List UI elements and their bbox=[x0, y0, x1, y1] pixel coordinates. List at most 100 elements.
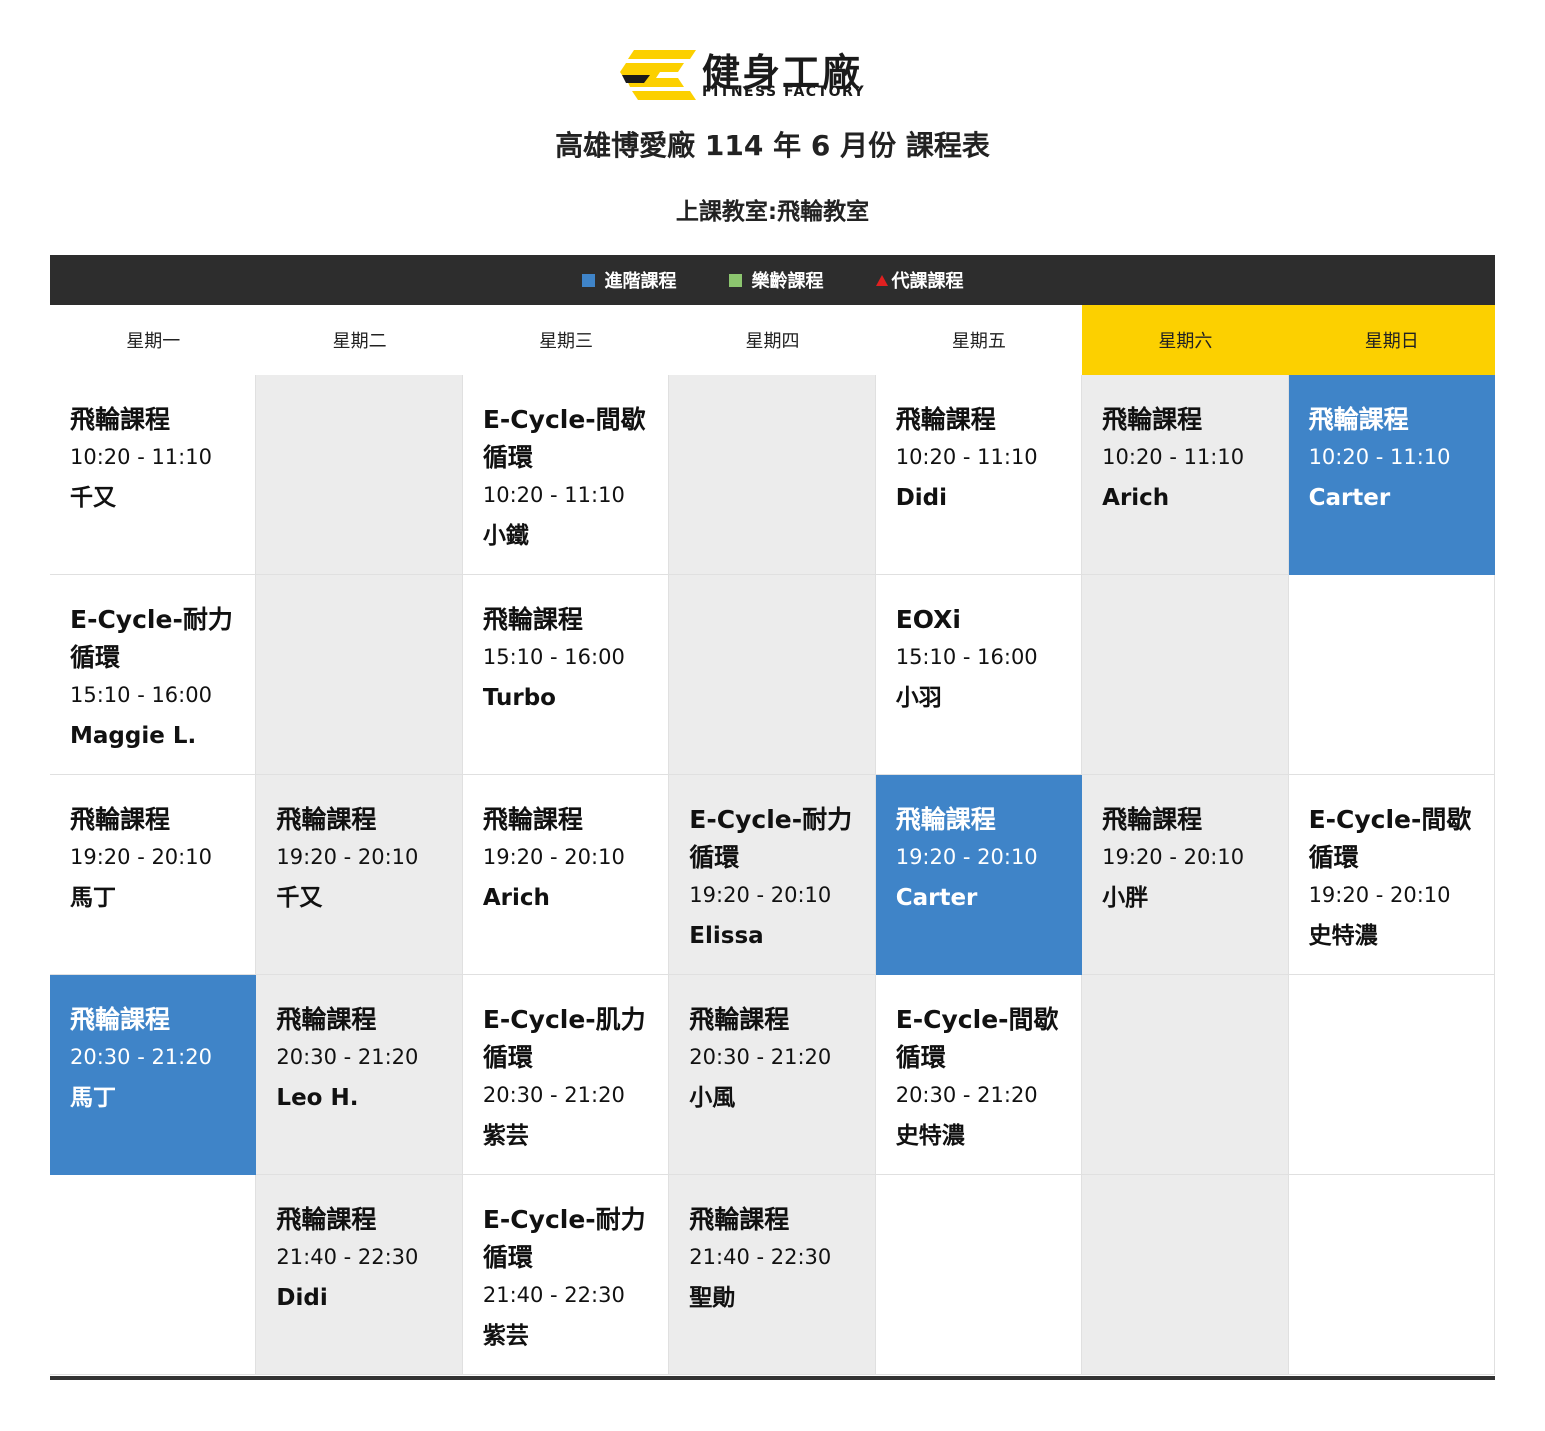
class-cell: 飛輪課程 19:20 - 20:10 Carter bbox=[875, 775, 1083, 975]
class-cell: 飛輪課程 10:20 - 11:10 Arich bbox=[1082, 375, 1289, 575]
class-cell: 飛輪課程 15:10 - 16:00 Turbo bbox=[462, 575, 670, 775]
schedule-grid: 星期一 星期二 星期三 星期四 星期五 星期六 星期日 飛輪課程 10:20 - 11:10 千又… bbox=[50, 305, 1495, 1375]
brand-name-en: FITNESS FACTORY bbox=[702, 84, 866, 100]
legend-senior: 樂齡課程 bbox=[728, 267, 824, 293]
legend-substitute: 代課課程 bbox=[875, 267, 964, 293]
class-name: E-Cycle-耐力循環 bbox=[70, 605, 233, 672]
class-name: 飛輪課程 bbox=[276, 1005, 377, 1034]
class-name: 飛輪課程 bbox=[482, 605, 583, 634]
class-name: 飛輪課程 bbox=[276, 805, 377, 834]
class-coach: Carter bbox=[1308, 485, 1391, 511]
class-time: 21:40 - 22:30 bbox=[482, 1283, 625, 1307]
class-cell: E-Cycle-間歇循環 19:20 - 20:10 史特濃 bbox=[1288, 775, 1495, 975]
legend-label: 進階課程 bbox=[604, 271, 677, 292]
class-name: E-Cycle-耐力循環 bbox=[689, 805, 853, 872]
empty-cell bbox=[1288, 1175, 1495, 1375]
class-name: 飛輪課程 bbox=[276, 1205, 377, 1234]
day-header: 星期四 bbox=[669, 305, 876, 375]
class-name: 飛輪課程 bbox=[482, 805, 583, 834]
class-coach: 千又 bbox=[70, 485, 116, 511]
class-time: 19:20 - 20:10 bbox=[689, 883, 832, 907]
class-coach: 小風 bbox=[689, 1085, 736, 1111]
class-coach: Turbo bbox=[482, 685, 556, 711]
legend-label: 代課課程 bbox=[891, 271, 964, 292]
class-coach: 馬丁 bbox=[70, 1085, 116, 1111]
class-time: 21:40 - 22:30 bbox=[689, 1245, 832, 1269]
legend-advanced: 進階課程 bbox=[581, 267, 677, 293]
class-cell: E-Cycle-耐力循環 21:40 - 22:30 紫芸 bbox=[462, 1175, 670, 1375]
class-coach: Didi bbox=[276, 1285, 328, 1311]
class-cell: E-Cycle-肌力循環 20:30 - 21:20 紫芸 bbox=[462, 975, 670, 1175]
class-coach: 小胖 bbox=[1102, 885, 1149, 911]
class-name: 飛輪課程 bbox=[70, 805, 171, 834]
day-header: 星期六 bbox=[1082, 305, 1289, 375]
class-name: 飛輪課程 bbox=[1102, 805, 1203, 834]
class-cell: E-Cycle-間歇循環 20:30 - 21:20 史特濃 bbox=[875, 975, 1083, 1175]
class-coach: Maggie L. bbox=[70, 723, 197, 749]
class-name: E-Cycle-間歇循環 bbox=[1308, 805, 1472, 872]
brand-logo: 健身工廠 FITNESS FACTORY bbox=[620, 48, 930, 104]
class-time: 19:20 - 20:10 bbox=[70, 845, 212, 869]
class-time: 15:10 - 16:00 bbox=[70, 683, 212, 707]
fitness-factory-logo-icon bbox=[620, 50, 696, 100]
class-cell: 飛輪課程 10:20 - 11:10 千又 bbox=[50, 375, 257, 575]
class-coach: 馬丁 bbox=[70, 885, 116, 911]
class-coach: Carter bbox=[895, 885, 978, 911]
class-cell: E-Cycle-耐力循環 19:20 - 20:10 Elissa bbox=[669, 775, 876, 975]
class-coach: 史特濃 bbox=[895, 1123, 965, 1149]
class-coach: Didi bbox=[895, 485, 948, 511]
class-time: 21:40 - 22:30 bbox=[276, 1245, 419, 1269]
class-cell: 飛輪課程 10:20 - 11:10 Carter bbox=[1288, 375, 1495, 575]
day-header: 星期三 bbox=[462, 305, 670, 375]
class-time: 20:30 - 21:20 bbox=[276, 1045, 419, 1069]
classroom-subtitle: 上課教室:飛輪教室 bbox=[675, 199, 870, 225]
class-time: 20:30 - 21:20 bbox=[482, 1083, 625, 1107]
class-time: 19:20 - 20:10 bbox=[276, 845, 419, 869]
class-time: 10:20 - 11:10 bbox=[895, 445, 1038, 469]
blue-square-icon bbox=[581, 273, 595, 287]
class-coach: 小羽 bbox=[895, 685, 942, 711]
empty-cell bbox=[1082, 975, 1289, 1175]
class-cell: 飛輪課程 20:30 - 21:20 馬丁 bbox=[50, 975, 257, 1175]
class-name: 飛輪課程 bbox=[689, 1205, 790, 1234]
empty-cell bbox=[50, 1175, 257, 1375]
class-time: 20:30 - 21:20 bbox=[70, 1045, 212, 1069]
legend-label: 樂齡課程 bbox=[751, 271, 824, 292]
green-square-icon bbox=[728, 273, 742, 287]
class-cell: EOXi 15:10 - 16:00 小羽 bbox=[875, 575, 1083, 775]
class-coach: 紫芸 bbox=[482, 1123, 529, 1149]
class-name: 飛輪課程 bbox=[895, 405, 996, 434]
class-cell: 飛輪課程 21:40 - 22:30 聖勛 bbox=[669, 1175, 876, 1375]
empty-cell bbox=[875, 1175, 1083, 1375]
class-name: EOXi bbox=[895, 605, 961, 634]
class-time: 15:10 - 16:00 bbox=[895, 645, 1038, 669]
empty-cell bbox=[1288, 575, 1495, 775]
class-coach: 紫芸 bbox=[482, 1323, 529, 1349]
legend-bar: 進階課程 樂齡課程 代課課程 bbox=[50, 255, 1495, 305]
class-time: 15:10 - 16:00 bbox=[482, 645, 625, 669]
day-header: 星期五 bbox=[875, 305, 1083, 375]
empty-cell bbox=[669, 575, 876, 775]
class-name: E-Cycle-間歇循環 bbox=[895, 1005, 1059, 1072]
empty-cell bbox=[256, 375, 463, 575]
class-cell: 飛輪課程 20:30 - 21:20 小風 bbox=[669, 975, 876, 1175]
class-name: E-Cycle-耐力循環 bbox=[482, 1205, 646, 1272]
class-coach: Elissa bbox=[689, 923, 764, 949]
class-time: 20:30 - 21:20 bbox=[689, 1045, 832, 1069]
red-triangle-icon bbox=[875, 274, 888, 286]
class-time: 10:20 - 11:10 bbox=[70, 445, 212, 469]
class-name: 飛輪課程 bbox=[689, 1005, 790, 1034]
day-header: 星期二 bbox=[256, 305, 463, 375]
class-time: 19:20 - 20:10 bbox=[1308, 883, 1451, 907]
class-name: 飛輪課程 bbox=[70, 405, 171, 434]
class-coach: 千又 bbox=[276, 885, 323, 911]
class-time: 10:20 - 11:10 bbox=[1308, 445, 1451, 469]
class-name: 飛輪課程 bbox=[895, 805, 996, 834]
class-cell: E-Cycle-間歇循環 10:20 - 11:10 小鐵 bbox=[462, 375, 670, 575]
class-coach: 小鐵 bbox=[482, 523, 529, 549]
class-time: 20:30 - 21:20 bbox=[895, 1083, 1038, 1107]
empty-cell bbox=[1288, 975, 1495, 1175]
class-coach: 史特濃 bbox=[1308, 923, 1378, 949]
class-time: 19:20 - 20:10 bbox=[895, 845, 1038, 869]
class-time: 19:20 - 20:10 bbox=[482, 845, 625, 869]
